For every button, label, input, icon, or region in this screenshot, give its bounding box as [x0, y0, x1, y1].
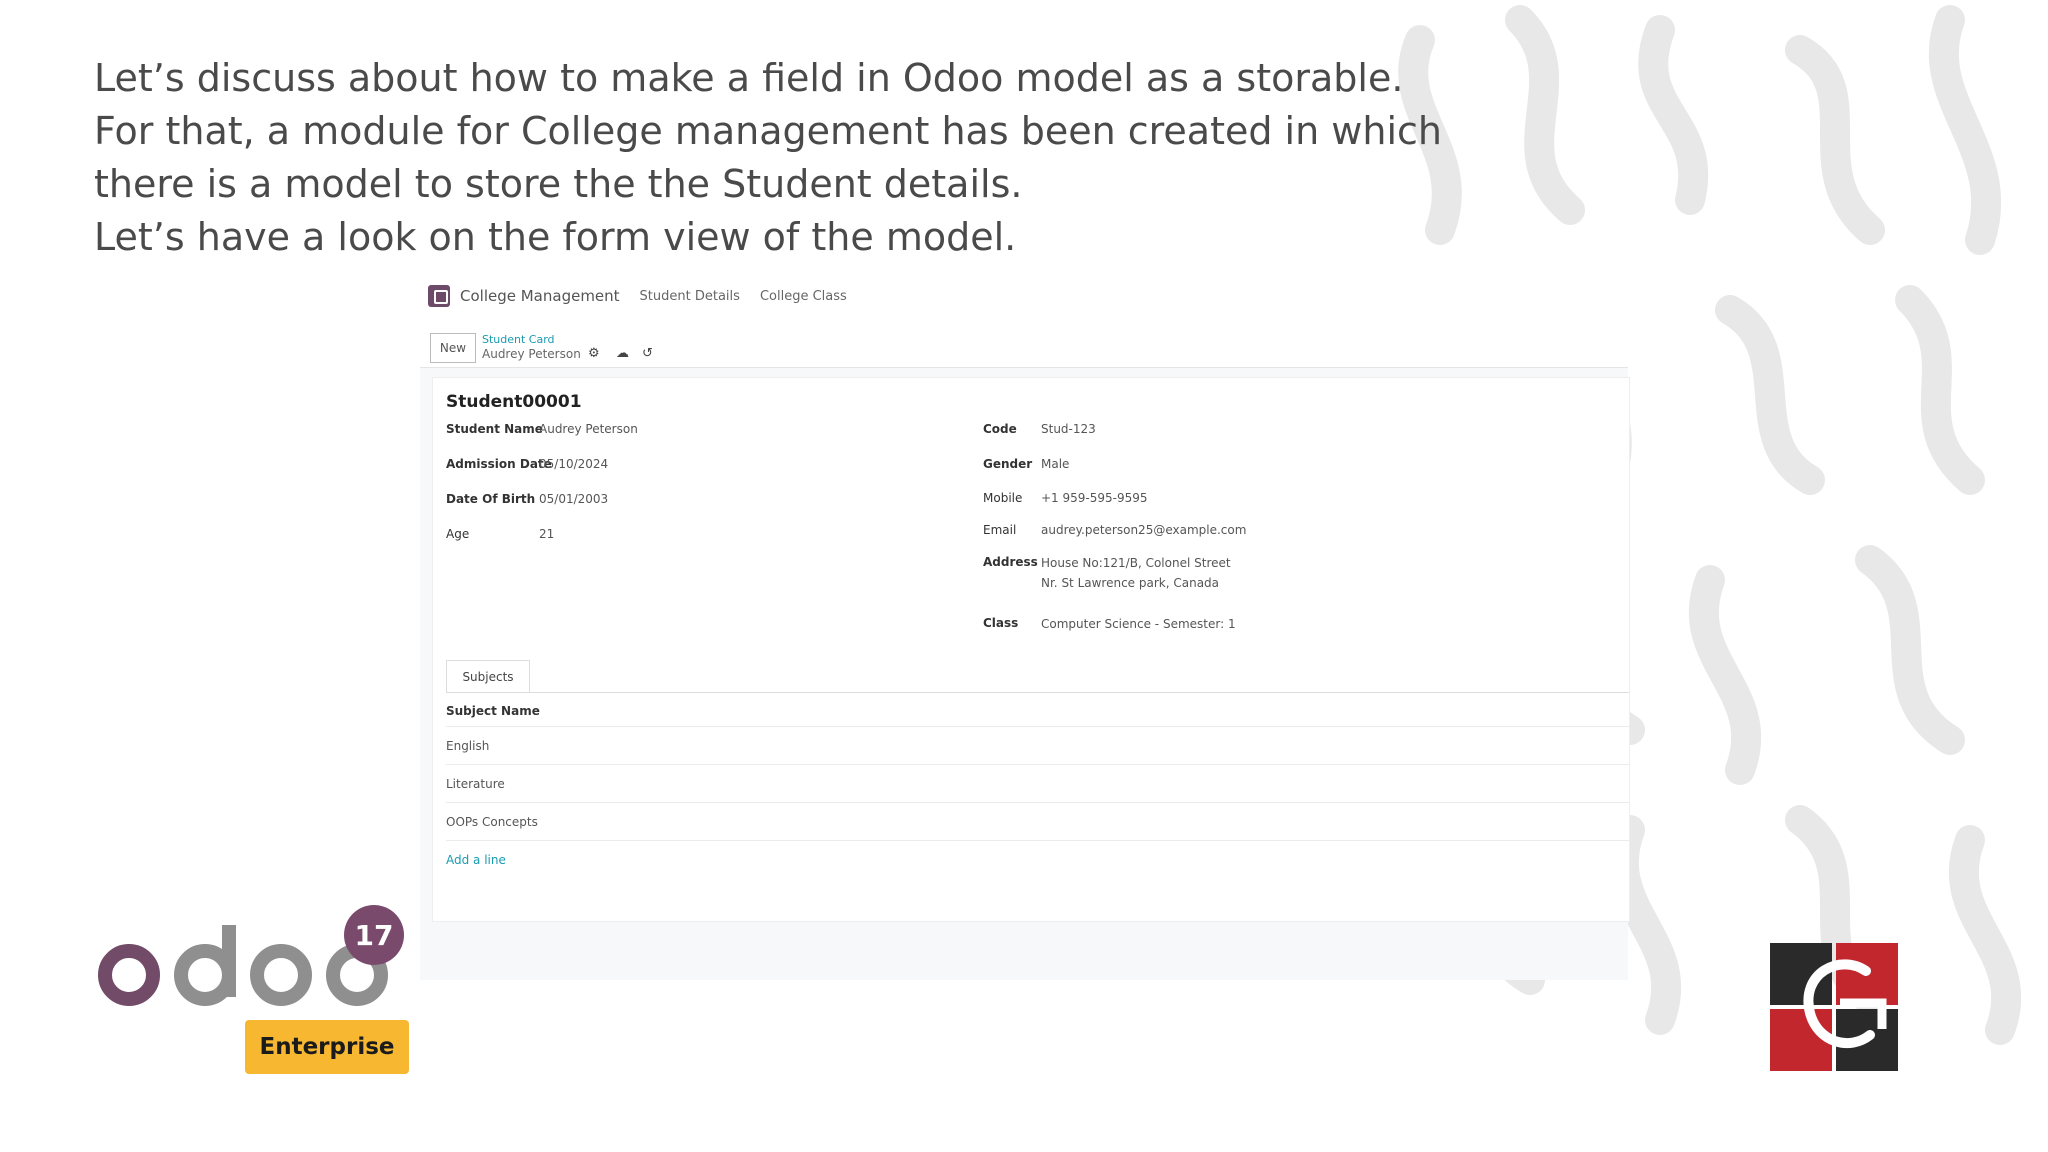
new-button[interactable]: New [430, 333, 476, 363]
menu-title[interactable]: College Management [460, 287, 620, 305]
field-value[interactable]: Nr. St Lawrence park, Canada [1041, 576, 1219, 590]
gear-icon[interactable]: ⚙ [588, 346, 600, 361]
record-reference: Student00001 [446, 392, 582, 412]
app-icon[interactable] [428, 285, 450, 307]
tab-subjects[interactable]: Subjects [446, 660, 530, 693]
field-label: Admission Date [446, 457, 552, 471]
intro-text: Let’s discuss about how to make a field … [94, 52, 1474, 264]
field-label: Mobile [983, 491, 1023, 505]
field-label: Address [983, 555, 1038, 569]
version-badge: 17 [344, 905, 404, 965]
tab-divider [446, 692, 1629, 693]
field-value[interactable]: 05/10/2024 [539, 457, 608, 471]
field-value[interactable]: audrey.peterson25@example.com [1041, 523, 1246, 537]
cell-subject: English [446, 739, 490, 753]
field-label: Email [983, 523, 1017, 537]
intro-line: For that, a module for College managemen… [94, 109, 1442, 153]
field-value: 21 [539, 527, 555, 541]
save-cloud-icon[interactable]: ☁ [616, 346, 629, 361]
field-value[interactable]: Male [1041, 457, 1069, 471]
field-label: Age [446, 527, 470, 541]
column-header[interactable]: Subject Name [446, 704, 540, 718]
field-value[interactable]: 05/01/2003 [539, 492, 608, 506]
intro-line: there is a model to store the the Studen… [94, 162, 1023, 206]
intro-line: Let’s have a look on the form view of th… [94, 215, 1017, 259]
record-name: Audrey Peterson [482, 347, 581, 361]
field-label: Gender [983, 457, 1033, 471]
menu-student-details[interactable]: Student Details [640, 289, 740, 304]
menu-college-class[interactable]: College Class [760, 289, 847, 304]
field-label: Code [983, 422, 1017, 436]
enterprise-badge: Enterprise [245, 1020, 409, 1074]
control-panel: New Student Card Audrey Peterson ⚙ ☁ ↺ [420, 317, 1628, 368]
field-value[interactable]: Computer Science - Semester: 1 [1041, 617, 1236, 631]
intro-line: Let’s discuss about how to make a field … [94, 56, 1404, 100]
add-line-link[interactable]: Add a line [446, 840, 1629, 879]
field-label: Date Of Birth [446, 492, 536, 506]
field-value[interactable]: Audrey Peterson [539, 422, 638, 436]
field-value[interactable]: +1 959-595-9595 [1041, 491, 1148, 505]
table-row[interactable]: Literature [446, 764, 1629, 803]
top-menu-bar: College Management Student Details Colle… [420, 275, 1628, 317]
field-value[interactable]: House No:121/B, Colonel Street [1041, 556, 1231, 570]
form-sheet: Student00001 Student Name Audrey Peterso… [432, 377, 1630, 922]
discard-icon[interactable]: ↺ [642, 346, 653, 361]
table-row[interactable]: English [446, 726, 1629, 765]
breadcrumb[interactable]: Student Card [482, 333, 555, 346]
field-label: Class [983, 616, 1019, 630]
table-row[interactable]: OOPs Concepts [446, 802, 1629, 841]
field-label: Student Name [446, 422, 543, 436]
field-value[interactable]: Stud-123 [1041, 422, 1096, 436]
odoo-form-screenshot: College Management Student Details Colle… [420, 275, 1630, 980]
company-logo [1770, 943, 1898, 1071]
cell-subject: Literature [446, 777, 505, 791]
cell-subject: OOPs Concepts [446, 815, 538, 829]
